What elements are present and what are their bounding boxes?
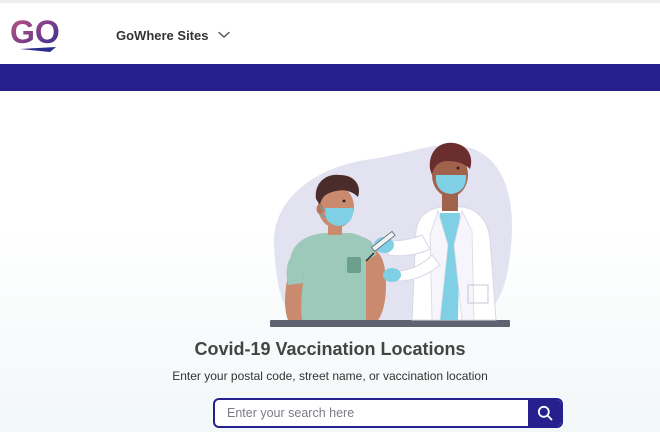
search-bar (213, 398, 563, 428)
gowhere-logo[interactable]: GO (10, 13, 64, 57)
gowhere-sites-menu[interactable]: GoWhere Sites (116, 25, 231, 45)
brand-band (0, 64, 660, 91)
search-input[interactable] (215, 400, 528, 426)
search-button[interactable] (528, 400, 561, 426)
page-title: Covid-19 Vaccination Locations (194, 339, 466, 359)
svg-text:GO: GO (10, 14, 60, 50)
gowhere-sites-label: GoWhere Sites (116, 27, 209, 43)
chevron-down-icon (218, 31, 231, 38)
top-navigation-bar: GO GoWhere Sites (0, 0, 660, 64)
search-icon (537, 405, 552, 421)
vaccination-illustration (270, 142, 513, 327)
page-subtitle: Enter your postal code, street name, or … (172, 369, 488, 383)
